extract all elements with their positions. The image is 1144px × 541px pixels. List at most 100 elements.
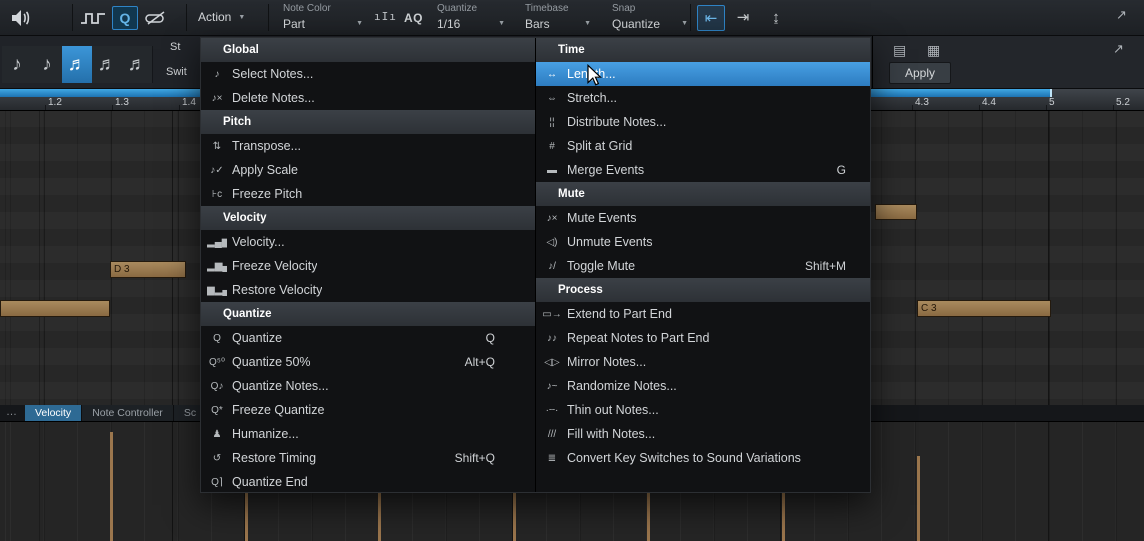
- action-dropdown[interactable]: Action ▼: [198, 10, 245, 24]
- grid-panel-icon[interactable]: ▦: [927, 42, 940, 59]
- menu-item-select-notes[interactable]: ♪Select Notes...: [201, 62, 535, 86]
- sixtyfourth-note-icon[interactable]: ♬: [122, 46, 153, 83]
- menu-item-label: Distribute Notes...: [567, 115, 666, 129]
- transpose-icon: ⇅: [207, 141, 227, 152]
- menu-item-delete-notes[interactable]: ♪×Delete Notes...: [201, 86, 535, 110]
- menu-item-repeat-notes-to-part-end[interactable]: ♪♪Repeat Notes to Part End: [536, 326, 870, 350]
- menu-item-split-at-grid[interactable]: #Split at Grid: [536, 134, 870, 158]
- menu-item-velocity[interactable]: ▂▄▆ Velocity...: [201, 230, 535, 254]
- menu-item-label: Unmute Events: [567, 235, 652, 249]
- midi-note[interactable]: D 3: [110, 261, 186, 278]
- popout-icon[interactable]: ↗: [1113, 41, 1124, 57]
- ruler-tick: [979, 105, 980, 110]
- menu-item-quantize-end[interactable]: Q⌉Quantize End: [201, 470, 535, 494]
- velocity-stem[interactable]: [110, 432, 113, 541]
- menu-column-left: Global♪Select Notes...♪×Delete Notes...P…: [201, 38, 536, 492]
- menu-item-fill-with-notes[interactable]: ///Fill with Notes...: [536, 422, 870, 446]
- tab-velocity[interactable]: Velocity: [25, 405, 82, 421]
- step-pattern-icon[interactable]: [80, 9, 106, 27]
- snap-left-icon[interactable]: ⇤: [697, 5, 725, 31]
- crossed-capsule-icon[interactable]: [144, 10, 168, 26]
- separator: [690, 4, 691, 31]
- ruler-tick: [45, 105, 46, 110]
- menu-item-quantize-50[interactable]: Q⁵⁰Quantize 50%Alt+Q: [201, 350, 535, 374]
- menu-item-extend-to-part-end[interactable]: ▭→Extend to Part End: [536, 302, 870, 326]
- convert-key-switches-icon: ≣: [542, 453, 562, 464]
- overflow-icon[interactable]: …: [0, 405, 25, 421]
- eighth-note-icon[interactable]: ♪: [2, 46, 33, 83]
- select-notes-icon: ♪: [207, 69, 227, 80]
- menu-item-restore-timing[interactable]: ↺Restore TimingShift+Q: [201, 446, 535, 470]
- menu-item-thin-out-notes[interactable]: ·┄·Thin out Notes...: [536, 398, 870, 422]
- menu-item-label: Mirror Notes...: [567, 355, 646, 369]
- menu-item-label: Mute Events: [567, 211, 636, 225]
- lines-panel-icon[interactable]: ▤: [893, 42, 906, 59]
- speaker-icon[interactable]: [10, 8, 32, 28]
- note-color-dropdown[interactable]: Part ▼: [283, 16, 363, 31]
- menu-item-randomize-notes[interactable]: ♪~Randomize Notes...: [536, 374, 870, 398]
- snap-dropdown[interactable]: Quantize ▼: [612, 16, 688, 31]
- vertical-range-icon[interactable]: ↨: [763, 5, 789, 29]
- menu-item-freeze-velocity[interactable]: ▂▆▄Freeze Velocity: [201, 254, 535, 278]
- freeze-pitch-icon: ⊦c: [207, 189, 227, 200]
- tab-label: Note Controller: [92, 407, 163, 419]
- apply-button[interactable]: Apply: [889, 62, 951, 84]
- menu-item-apply-scale[interactable]: ♪✓Apply Scale: [201, 158, 535, 182]
- menu-section-time: Time: [536, 38, 870, 62]
- menu-item-label: Humanize...: [232, 427, 299, 441]
- menu-item-label: Quantize Notes...: [232, 379, 329, 393]
- quantize-icon: Q: [207, 333, 227, 344]
- menu-item-restore-velocity[interactable]: ▆▂▄Restore Velocity: [201, 278, 535, 302]
- menu-item-label: Restore Timing: [232, 451, 316, 465]
- menu-item-mute-events[interactable]: ♪×Mute Events: [536, 206, 870, 230]
- menu-item-transpose[interactable]: ⇅Transpose...: [201, 134, 535, 158]
- length-icon: ↔: [542, 69, 562, 80]
- ruler-label: 1.3: [115, 97, 129, 108]
- thirtysecond-note-icon[interactable]: ♬: [92, 46, 123, 83]
- ruler-label: 4.3: [915, 97, 929, 108]
- menu-item-freeze-pitch[interactable]: ⊦cFreeze Pitch: [201, 182, 535, 206]
- menu-item-quantize[interactable]: QQuantizeQ: [201, 326, 535, 350]
- quantize-label: Quantize: [437, 3, 505, 14]
- quantize-dropdown[interactable]: 1/16 ▼: [437, 16, 505, 31]
- menu-item-shortcut: Alt+Q: [455, 355, 495, 369]
- action-label: Action: [198, 10, 231, 24]
- menu-item-freeze-quantize[interactable]: Q*Freeze Quantize: [201, 398, 535, 422]
- sixteenth-note-icon[interactable]: ♬: [62, 46, 93, 83]
- separator: [268, 4, 269, 31]
- tab-note-controller[interactable]: Note Controller: [82, 405, 174, 421]
- q-toggle-button[interactable]: Q: [112, 6, 138, 30]
- menu-item-distribute-notes[interactable]: ¦¦Distribute Notes...: [536, 110, 870, 134]
- menu-item-label: Velocity...: [232, 235, 285, 249]
- menu-item-humanize[interactable]: ♟Humanize...: [201, 422, 535, 446]
- menu-item-stretch[interactable]: ⇔Stretch...: [536, 86, 870, 110]
- chevron-down-icon: ▼: [584, 20, 591, 27]
- aq-toggle[interactable]: AQ: [404, 11, 423, 25]
- menu-item-mirror-notes[interactable]: ◁▷Mirror Notes...: [536, 350, 870, 374]
- velocity-icon: ▂▄▆: [207, 237, 227, 248]
- snap-right-icon[interactable]: ⇥: [730, 5, 756, 29]
- midi-note[interactable]: [0, 300, 110, 317]
- popout-icon[interactable]: ↗: [1116, 7, 1127, 23]
- toolbar: Q Action ▼ Note Color Part ▼ ıIı AQ Quan…: [0, 0, 1144, 36]
- menu-item-label: Toggle Mute: [567, 259, 635, 273]
- mouse-cursor: [586, 64, 602, 88]
- velocity-stem[interactable]: [917, 456, 920, 541]
- grid-meter-icon[interactable]: ıIı: [374, 10, 397, 23]
- note-color-group: Note Color Part ▼: [283, 3, 363, 31]
- menu-item-convert-key-switches-to-sound-variations[interactable]: ≣ Convert Key Switches to Sound Variation…: [536, 446, 870, 470]
- menu-item-unmute-events[interactable]: ◁)Unmute Events: [536, 230, 870, 254]
- menu-item-quantize-notes[interactable]: Q♪Quantize Notes...: [201, 374, 535, 398]
- menu-section-label: Global: [223, 44, 259, 56]
- ruler-label: 1.2: [48, 97, 62, 108]
- menu-item-label: Convert Key Switches to Sound Variations: [567, 451, 801, 465]
- menu-item-merge-events[interactable]: ▬Merge EventsG: [536, 158, 870, 182]
- timebase-dropdown[interactable]: Bars ▼: [525, 16, 591, 31]
- eighth-note-dotted-icon[interactable]: ♪: [32, 46, 63, 83]
- menu-item-toggle-mute[interactable]: ♪/Toggle MuteShift+M: [536, 254, 870, 278]
- quantize-end-icon: Q⌉: [207, 477, 227, 488]
- midi-note[interactable]: [875, 204, 917, 220]
- menu-item-label: Restore Velocity: [232, 283, 322, 297]
- midi-note[interactable]: C 3: [917, 300, 1051, 317]
- chevron-down-icon: ▼: [681, 20, 688, 27]
